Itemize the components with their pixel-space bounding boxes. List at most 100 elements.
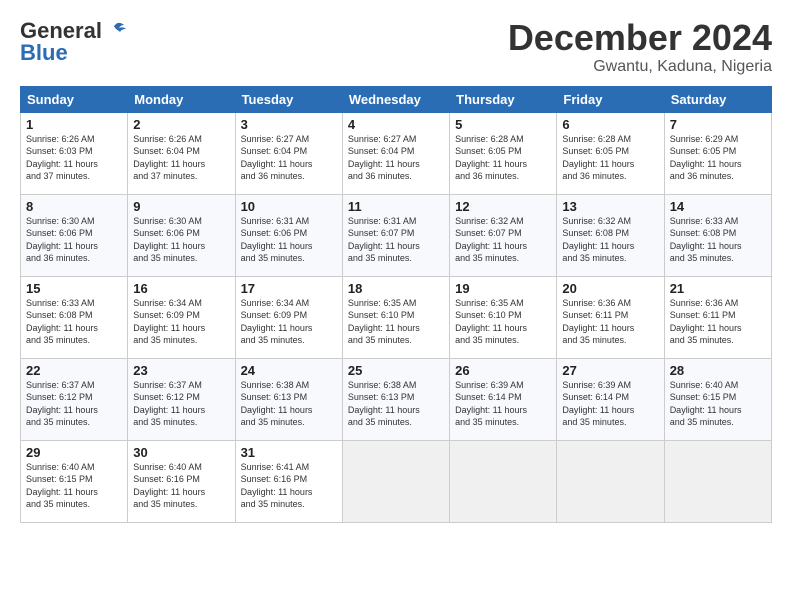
table-row: 20Sunrise: 6:36 AM Sunset: 6:11 PM Dayli… bbox=[557, 276, 664, 358]
day-number: 19 bbox=[455, 281, 551, 296]
table-row: 24Sunrise: 6:38 AM Sunset: 6:13 PM Dayli… bbox=[235, 358, 342, 440]
table-row: 13Sunrise: 6:32 AM Sunset: 6:08 PM Dayli… bbox=[557, 194, 664, 276]
col-thursday: Thursday bbox=[450, 86, 557, 112]
day-number: 13 bbox=[562, 199, 658, 214]
table-row: 23Sunrise: 6:37 AM Sunset: 6:12 PM Dayli… bbox=[128, 358, 235, 440]
table-row: 3Sunrise: 6:27 AM Sunset: 6:04 PM Daylig… bbox=[235, 112, 342, 194]
table-row: 25Sunrise: 6:38 AM Sunset: 6:13 PM Dayli… bbox=[342, 358, 449, 440]
table-row: 14Sunrise: 6:33 AM Sunset: 6:08 PM Dayli… bbox=[664, 194, 771, 276]
table-row: 26Sunrise: 6:39 AM Sunset: 6:14 PM Dayli… bbox=[450, 358, 557, 440]
day-info: Sunrise: 6:41 AM Sunset: 6:16 PM Dayligh… bbox=[241, 461, 337, 511]
day-number: 24 bbox=[241, 363, 337, 378]
table-row: 28Sunrise: 6:40 AM Sunset: 6:15 PM Dayli… bbox=[664, 358, 771, 440]
logo: General Blue bbox=[20, 18, 126, 66]
col-tuesday: Tuesday bbox=[235, 86, 342, 112]
day-info: Sunrise: 6:32 AM Sunset: 6:07 PM Dayligh… bbox=[455, 215, 551, 265]
table-row: 8Sunrise: 6:30 AM Sunset: 6:06 PM Daylig… bbox=[21, 194, 128, 276]
table-row: 1Sunrise: 6:26 AM Sunset: 6:03 PM Daylig… bbox=[21, 112, 128, 194]
table-row: 9Sunrise: 6:30 AM Sunset: 6:06 PM Daylig… bbox=[128, 194, 235, 276]
day-info: Sunrise: 6:26 AM Sunset: 6:04 PM Dayligh… bbox=[133, 133, 229, 183]
day-info: Sunrise: 6:27 AM Sunset: 6:04 PM Dayligh… bbox=[348, 133, 444, 183]
table-row bbox=[450, 440, 557, 522]
day-info: Sunrise: 6:29 AM Sunset: 6:05 PM Dayligh… bbox=[670, 133, 766, 183]
table-row: 11Sunrise: 6:31 AM Sunset: 6:07 PM Dayli… bbox=[342, 194, 449, 276]
col-wednesday: Wednesday bbox=[342, 86, 449, 112]
day-number: 30 bbox=[133, 445, 229, 460]
calendar-header-row: Sunday Monday Tuesday Wednesday Thursday… bbox=[21, 86, 772, 112]
table-row: 29Sunrise: 6:40 AM Sunset: 6:15 PM Dayli… bbox=[21, 440, 128, 522]
day-info: Sunrise: 6:40 AM Sunset: 6:15 PM Dayligh… bbox=[26, 461, 122, 511]
table-row: 17Sunrise: 6:34 AM Sunset: 6:09 PM Dayli… bbox=[235, 276, 342, 358]
logo-bird-icon bbox=[104, 20, 126, 42]
table-row: 21Sunrise: 6:36 AM Sunset: 6:11 PM Dayli… bbox=[664, 276, 771, 358]
table-row: 16Sunrise: 6:34 AM Sunset: 6:09 PM Dayli… bbox=[128, 276, 235, 358]
day-info: Sunrise: 6:30 AM Sunset: 6:06 PM Dayligh… bbox=[26, 215, 122, 265]
day-number: 6 bbox=[562, 117, 658, 132]
calendar-week-row: 22Sunrise: 6:37 AM Sunset: 6:12 PM Dayli… bbox=[21, 358, 772, 440]
day-info: Sunrise: 6:38 AM Sunset: 6:13 PM Dayligh… bbox=[348, 379, 444, 429]
day-number: 2 bbox=[133, 117, 229, 132]
day-number: 11 bbox=[348, 199, 444, 214]
day-info: Sunrise: 6:31 AM Sunset: 6:07 PM Dayligh… bbox=[348, 215, 444, 265]
day-number: 16 bbox=[133, 281, 229, 296]
calendar-week-row: 29Sunrise: 6:40 AM Sunset: 6:15 PM Dayli… bbox=[21, 440, 772, 522]
table-row: 2Sunrise: 6:26 AM Sunset: 6:04 PM Daylig… bbox=[128, 112, 235, 194]
day-info: Sunrise: 6:40 AM Sunset: 6:15 PM Dayligh… bbox=[670, 379, 766, 429]
day-info: Sunrise: 6:27 AM Sunset: 6:04 PM Dayligh… bbox=[241, 133, 337, 183]
calendar-week-row: 8Sunrise: 6:30 AM Sunset: 6:06 PM Daylig… bbox=[21, 194, 772, 276]
logo-blue-text: Blue bbox=[20, 40, 68, 66]
day-info: Sunrise: 6:37 AM Sunset: 6:12 PM Dayligh… bbox=[26, 379, 122, 429]
table-row bbox=[342, 440, 449, 522]
day-number: 22 bbox=[26, 363, 122, 378]
table-row: 7Sunrise: 6:29 AM Sunset: 6:05 PM Daylig… bbox=[664, 112, 771, 194]
day-number: 25 bbox=[348, 363, 444, 378]
day-info: Sunrise: 6:28 AM Sunset: 6:05 PM Dayligh… bbox=[562, 133, 658, 183]
day-number: 5 bbox=[455, 117, 551, 132]
page: General Blue December 2024 Gwantu, Kadun… bbox=[0, 0, 792, 612]
day-number: 7 bbox=[670, 117, 766, 132]
day-info: Sunrise: 6:36 AM Sunset: 6:11 PM Dayligh… bbox=[562, 297, 658, 347]
calendar: Sunday Monday Tuesday Wednesday Thursday… bbox=[20, 86, 772, 523]
day-number: 31 bbox=[241, 445, 337, 460]
day-info: Sunrise: 6:39 AM Sunset: 6:14 PM Dayligh… bbox=[455, 379, 551, 429]
day-info: Sunrise: 6:32 AM Sunset: 6:08 PM Dayligh… bbox=[562, 215, 658, 265]
title-area: December 2024 Gwantu, Kaduna, Nigeria bbox=[508, 18, 772, 76]
table-row: 6Sunrise: 6:28 AM Sunset: 6:05 PM Daylig… bbox=[557, 112, 664, 194]
day-info: Sunrise: 6:35 AM Sunset: 6:10 PM Dayligh… bbox=[455, 297, 551, 347]
table-row: 22Sunrise: 6:37 AM Sunset: 6:12 PM Dayli… bbox=[21, 358, 128, 440]
day-info: Sunrise: 6:38 AM Sunset: 6:13 PM Dayligh… bbox=[241, 379, 337, 429]
day-info: Sunrise: 6:28 AM Sunset: 6:05 PM Dayligh… bbox=[455, 133, 551, 183]
day-number: 9 bbox=[133, 199, 229, 214]
day-info: Sunrise: 6:34 AM Sunset: 6:09 PM Dayligh… bbox=[241, 297, 337, 347]
day-info: Sunrise: 6:33 AM Sunset: 6:08 PM Dayligh… bbox=[26, 297, 122, 347]
day-info: Sunrise: 6:26 AM Sunset: 6:03 PM Dayligh… bbox=[26, 133, 122, 183]
day-info: Sunrise: 6:35 AM Sunset: 6:10 PM Dayligh… bbox=[348, 297, 444, 347]
day-number: 10 bbox=[241, 199, 337, 214]
day-info: Sunrise: 6:33 AM Sunset: 6:08 PM Dayligh… bbox=[670, 215, 766, 265]
table-row: 18Sunrise: 6:35 AM Sunset: 6:10 PM Dayli… bbox=[342, 276, 449, 358]
day-number: 15 bbox=[26, 281, 122, 296]
table-row: 12Sunrise: 6:32 AM Sunset: 6:07 PM Dayli… bbox=[450, 194, 557, 276]
col-sunday: Sunday bbox=[21, 86, 128, 112]
table-row: 4Sunrise: 6:27 AM Sunset: 6:04 PM Daylig… bbox=[342, 112, 449, 194]
day-number: 27 bbox=[562, 363, 658, 378]
day-number: 8 bbox=[26, 199, 122, 214]
day-number: 4 bbox=[348, 117, 444, 132]
day-info: Sunrise: 6:30 AM Sunset: 6:06 PM Dayligh… bbox=[133, 215, 229, 265]
col-monday: Monday bbox=[128, 86, 235, 112]
table-row: 15Sunrise: 6:33 AM Sunset: 6:08 PM Dayli… bbox=[21, 276, 128, 358]
day-number: 17 bbox=[241, 281, 337, 296]
day-info: Sunrise: 6:37 AM Sunset: 6:12 PM Dayligh… bbox=[133, 379, 229, 429]
table-row bbox=[557, 440, 664, 522]
day-info: Sunrise: 6:36 AM Sunset: 6:11 PM Dayligh… bbox=[670, 297, 766, 347]
day-number: 3 bbox=[241, 117, 337, 132]
table-row: 27Sunrise: 6:39 AM Sunset: 6:14 PM Dayli… bbox=[557, 358, 664, 440]
calendar-week-row: 15Sunrise: 6:33 AM Sunset: 6:08 PM Dayli… bbox=[21, 276, 772, 358]
day-number: 18 bbox=[348, 281, 444, 296]
day-number: 23 bbox=[133, 363, 229, 378]
table-row: 5Sunrise: 6:28 AM Sunset: 6:05 PM Daylig… bbox=[450, 112, 557, 194]
day-number: 29 bbox=[26, 445, 122, 460]
day-info: Sunrise: 6:40 AM Sunset: 6:16 PM Dayligh… bbox=[133, 461, 229, 511]
day-info: Sunrise: 6:39 AM Sunset: 6:14 PM Dayligh… bbox=[562, 379, 658, 429]
header: General Blue December 2024 Gwantu, Kadun… bbox=[20, 18, 772, 76]
